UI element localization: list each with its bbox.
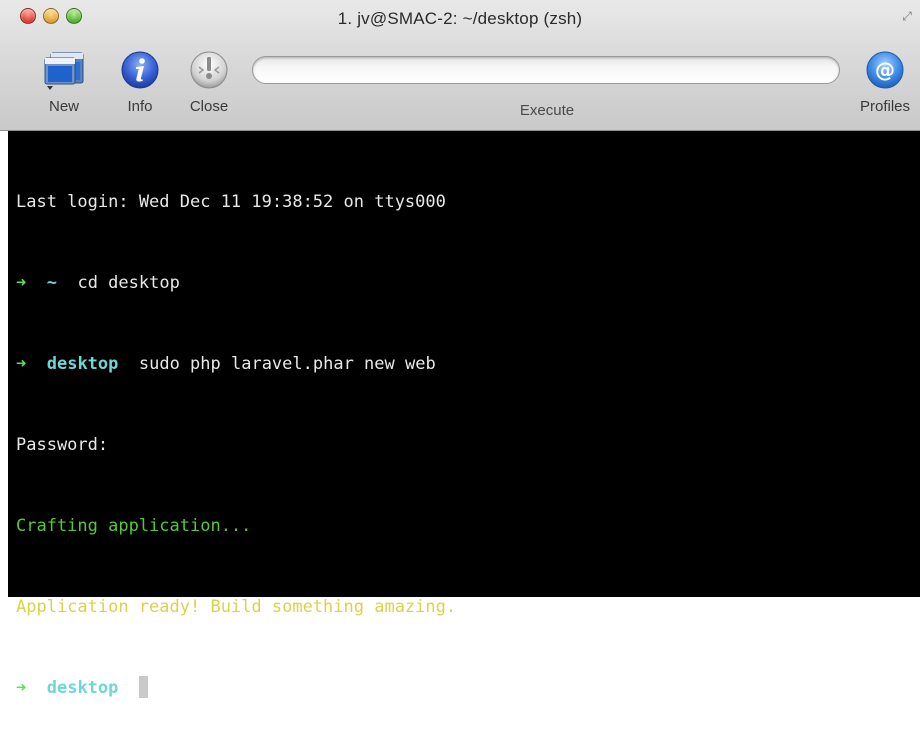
prompt-arrow-icon: ➜ xyxy=(16,273,27,293)
terminal-output[interactable]: Last login: Wed Dec 11 19:38:52 on ttys0… xyxy=(8,131,920,698)
prompt-arrow-icon: ➜ xyxy=(16,354,27,374)
crafting-output: Crafting application... xyxy=(16,516,252,536)
new-button[interactable]: New xyxy=(40,50,88,115)
password-prompt: Password: xyxy=(16,435,109,455)
prompt-directory: desktop xyxy=(46,678,119,698)
info-label: Info xyxy=(127,98,153,115)
svg-text:@: @ xyxy=(875,58,895,82)
prompt-line: ➜ desktop sudo php laravel.phar new web xyxy=(16,351,920,378)
new-window-icon xyxy=(44,52,84,90)
close-session-icon xyxy=(190,51,228,89)
close-button[interactable]: Close xyxy=(182,50,236,115)
terminal-window: 1. jv@SMAC-2: ~/desktop (zsh) ⤢ New Info… xyxy=(0,0,920,698)
fullscreen-icon[interactable]: ⤢ xyxy=(900,9,914,23)
ready-output: Application ready! Build something amazi… xyxy=(16,597,457,617)
info-button[interactable]: Info xyxy=(118,50,162,115)
command-text: cd desktop xyxy=(77,273,180,293)
close-label: Close xyxy=(189,98,229,115)
prompt-arrow-icon: ➜ xyxy=(16,678,27,698)
new-label: New xyxy=(48,98,79,115)
prompt-directory: ~ xyxy=(46,273,57,293)
prompt-directory: desktop xyxy=(46,354,119,374)
execute-area: Execute xyxy=(252,56,842,119)
last-login-line: Last login: Wed Dec 11 19:38:52 on ttys0… xyxy=(16,192,446,212)
text-cursor xyxy=(138,676,148,698)
prompt-line: ➜ desktop xyxy=(16,675,920,702)
profiles-at-icon: @ xyxy=(866,51,904,89)
command-text: sudo php laravel.phar new web xyxy=(138,354,436,374)
execute-label: Execute xyxy=(519,102,575,119)
execute-input[interactable] xyxy=(252,56,840,84)
window-toolbar: 1. jv@SMAC-2: ~/desktop (zsh) ⤢ New Info… xyxy=(0,0,920,131)
info-icon xyxy=(121,51,159,89)
profiles-label: Profiles xyxy=(859,98,911,115)
prompt-line: ➜ ~ cd desktop xyxy=(16,270,920,297)
window-title: 1. jv@SMAC-2: ~/desktop (zsh) xyxy=(337,9,583,28)
profiles-button[interactable]: @ Profiles xyxy=(852,50,918,115)
